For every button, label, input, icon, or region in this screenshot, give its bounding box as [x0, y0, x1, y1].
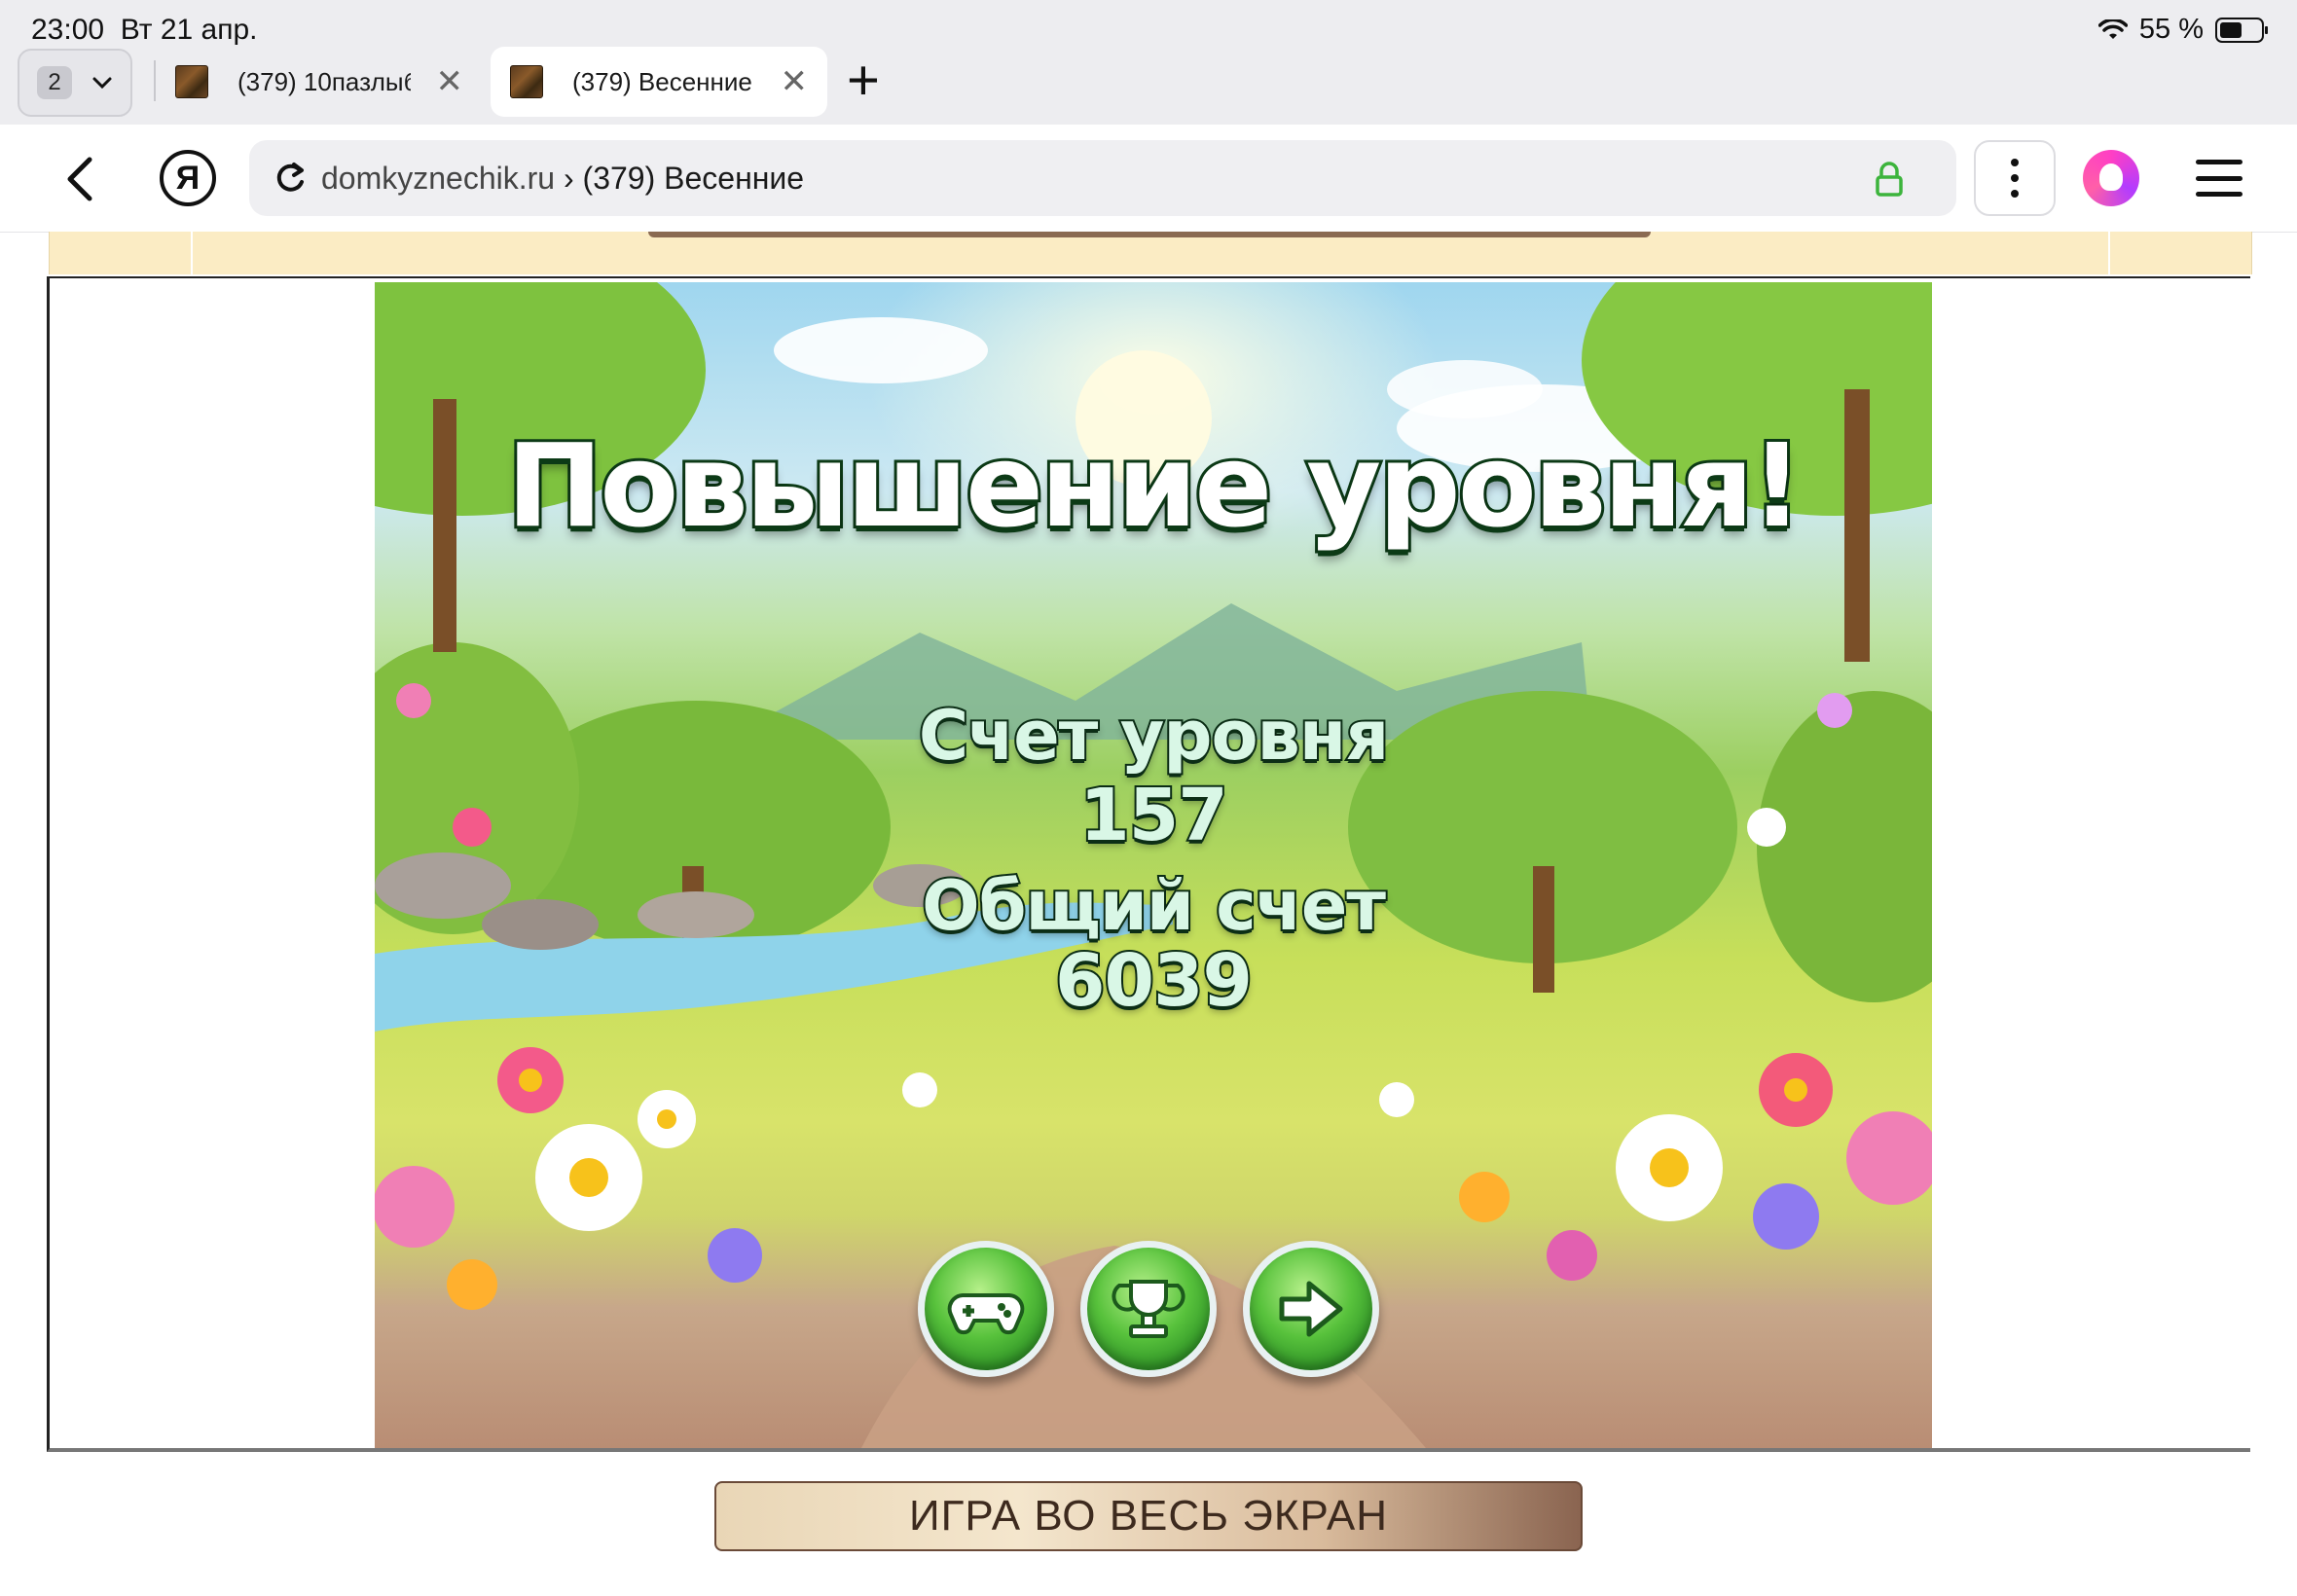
- next-level-button[interactable]: [1243, 1241, 1379, 1377]
- tab-spring[interactable]: (379) Весенние ✕: [491, 47, 827, 117]
- yandex-letter: Я: [175, 159, 201, 197]
- tab-puzzles[interactable]: (379) 10пазлыб ✕: [156, 47, 483, 117]
- site-favicon-icon: [175, 65, 208, 98]
- close-tab-icon[interactable]: ✕: [781, 62, 809, 101]
- status-time: 23:00 Вт 21 апр.: [31, 14, 258, 47]
- address-bar[interactable]: domkyznechik.ru › (379) Весенние: [249, 140, 1956, 216]
- browser-top-chrome: 23:00 Вт 21 апр. 55 % 2 (379) 10пазлыб ✕…: [0, 0, 2297, 125]
- browser-toolbar: Я domkyznechik.ru › (379) Весенние: [0, 125, 2297, 233]
- url-text[interactable]: domkyznechik.ru › (379) Весенние: [321, 161, 804, 197]
- total-score-label: Общий счет: [920, 864, 1388, 948]
- level-up-headline: Повышение уровня!: [503, 416, 1805, 556]
- gamepad-icon: [947, 1293, 1025, 1335]
- lock-icon[interactable]: [1871, 160, 1908, 199]
- clock-date: Вт 21 апр.: [120, 14, 258, 46]
- level-score-value: 157: [1077, 772, 1229, 859]
- back-arrow-icon[interactable]: [55, 150, 109, 208]
- url-separator: ›: [563, 160, 574, 196]
- tab-count-button[interactable]: 2: [18, 49, 132, 117]
- tab-title: (379) 10пазлыб: [237, 66, 411, 96]
- new-game-button[interactable]: [918, 1241, 1054, 1377]
- tab-count: 2: [37, 66, 72, 99]
- status-indicators: 55 %: [2097, 14, 2268, 46]
- clock-time: 23:00: [31, 14, 105, 46]
- alice-assistant-icon[interactable]: [2083, 150, 2139, 206]
- reload-icon[interactable]: [271, 159, 310, 198]
- url-domain: domkyznechik.ru: [321, 160, 556, 196]
- total-score-value: 6039: [1053, 937, 1255, 1025]
- fullscreen-game-button[interactable]: ИГРА ВО ВЕСЬ ЭКРАН: [714, 1481, 1583, 1551]
- chevron-down-icon: [92, 77, 112, 90]
- new-tab-button[interactable]: +: [847, 49, 880, 113]
- close-tab-icon[interactable]: ✕: [436, 62, 464, 101]
- more-options-icon[interactable]: [1974, 140, 2056, 216]
- site-favicon-icon: [510, 65, 543, 98]
- level-score-label: Счет уровня: [917, 694, 1391, 778]
- game-canvas[interactable]: Повышение уровня! Счет уровня 157 Общий …: [375, 282, 1932, 1448]
- arrow-right-icon: [1279, 1281, 1343, 1337]
- url-page-title: (379) Весенние: [582, 160, 805, 196]
- trophy-icon: [1112, 1280, 1185, 1338]
- hamburger-menu-icon[interactable]: [2196, 160, 2242, 197]
- wifi-icon: [2097, 18, 2128, 39]
- site-header-strip: [49, 232, 2252, 274]
- battery-icon: [2215, 17, 2268, 43]
- tab-title: (379) Весенние: [572, 66, 752, 96]
- leaderboard-button[interactable]: [1080, 1241, 1217, 1377]
- yandex-logo-button[interactable]: Я: [160, 150, 216, 206]
- battery-percent: 55 %: [2138, 14, 2204, 45]
